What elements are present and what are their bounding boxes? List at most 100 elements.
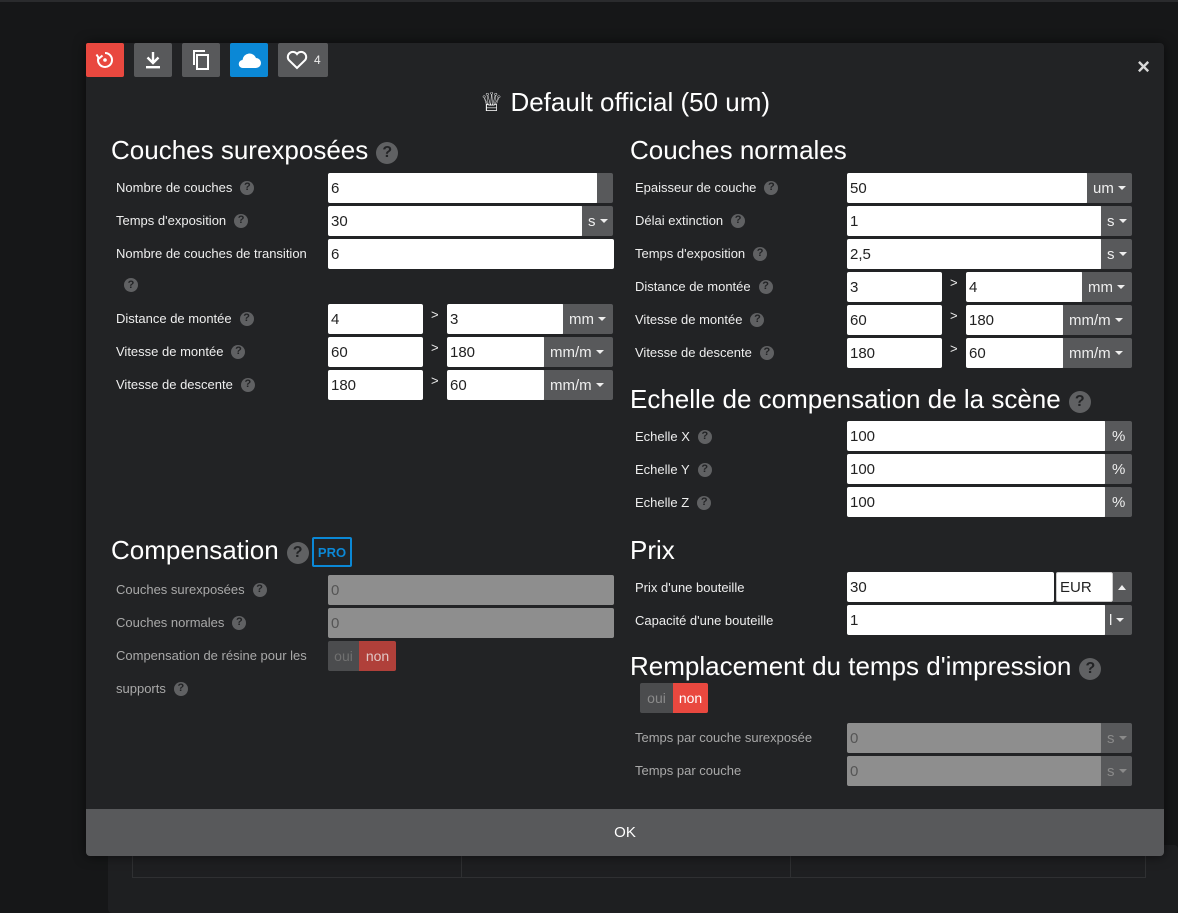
help-icon[interactable]: ?	[124, 278, 138, 292]
compensation-heading-text: Compensation	[111, 535, 279, 565]
help-icon[interactable]: ?	[731, 213, 746, 228]
help-icon[interactable]: ?	[697, 462, 712, 477]
override-over-time-unit-select[interactable]: s	[1101, 723, 1132, 753]
override-over-time-label: Temps par couche surexposée	[635, 730, 813, 745]
help-icon[interactable]: ?	[697, 495, 712, 510]
override-over-time-input[interactable]: 0	[847, 723, 1102, 753]
overexposed-retract-speed-input-b[interactable]: 60	[447, 370, 545, 400]
normal-exposure-unit-select[interactable]: s	[1101, 239, 1132, 269]
scale-x-unit: %	[1105, 421, 1132, 451]
currency-stepper[interactable]	[1113, 572, 1132, 602]
help-icon[interactable]: ?	[750, 312, 765, 327]
help-icon[interactable]: ?	[252, 582, 267, 597]
help-icon[interactable]: ?	[231, 344, 246, 359]
normal-thickness-unit-select[interactable]: um	[1087, 173, 1132, 203]
overexposed-lift-speed-input-b[interactable]: 180	[447, 337, 545, 367]
bottle-price-input[interactable]: 30	[847, 572, 1054, 602]
help-icon[interactable]: ?	[764, 180, 779, 195]
bottle-capacity-input[interactable]: 1	[847, 605, 1106, 635]
normal-off-delay-input[interactable]: 1	[847, 206, 1102, 236]
compensation-normal-label: Couches normales?	[116, 615, 247, 630]
toggle-non[interactable]: non	[673, 683, 708, 713]
range-separator: >	[431, 340, 439, 355]
profile-settings-modal: 4 × ♕ Default official (50 um) Couches s…	[86, 43, 1164, 856]
scale-x-input[interactable]: 100	[847, 421, 1106, 451]
normal-exposure-input[interactable]: 2,5	[847, 239, 1102, 269]
normal-retract-speed-input-a[interactable]: 180	[847, 338, 942, 368]
reset-icon	[95, 52, 113, 68]
reset-button[interactable]	[86, 43, 124, 77]
normal-thickness-label: Epaisseur de couche?	[635, 180, 779, 195]
normal-retract-speed-input-b[interactable]: 60	[966, 338, 1064, 368]
overexposed-lift-speed-input-a[interactable]: 60	[328, 337, 423, 367]
bottle-price-label: Prix d'une bouteille	[635, 580, 745, 595]
normal-retract-speed-label: Vitesse de descente?	[635, 345, 774, 360]
normal-lift-speed-input-a[interactable]: 60	[847, 305, 942, 335]
normal-thickness-input[interactable]: 50	[847, 173, 1088, 203]
normal-lift-speed-unit-select[interactable]: mm/m	[1063, 305, 1132, 335]
toggle-non[interactable]: non	[359, 641, 396, 671]
help-icon[interactable]: ?	[1068, 390, 1091, 413]
override-heading-text: Remplacement du temps d'impression	[630, 651, 1072, 681]
range-separator: >	[950, 341, 958, 356]
help-icon[interactable]: ?	[240, 180, 255, 195]
compensation-overexposed-input[interactable]: 0	[328, 575, 614, 605]
copy-button[interactable]	[182, 43, 220, 77]
normal-off-delay-unit-select[interactable]: s	[1101, 206, 1132, 236]
normal-lift-speed-label: Vitesse de montée?	[635, 312, 765, 327]
overexposed-exposure-unit-select[interactable]: s	[582, 206, 613, 236]
normal-lift-distance-input-a[interactable]: 3	[847, 272, 942, 302]
like-button[interactable]: 4	[278, 43, 328, 77]
normal-exposure-label: Temps d'exposition?	[635, 246, 768, 261]
overexposed-lift-distance-unit-select[interactable]: mm	[563, 304, 613, 334]
overexposed-layers-stepper[interactable]	[597, 173, 613, 203]
compensation-resin-label-line2: supports?	[116, 681, 188, 696]
caret-up-icon	[1118, 584, 1126, 590]
cloud-button[interactable]	[230, 43, 268, 77]
overexposed-lift-distance-input-a[interactable]: 4	[328, 304, 423, 334]
override-layer-time-unit-select[interactable]: s	[1101, 756, 1132, 786]
override-layer-time-input[interactable]: 0	[847, 756, 1102, 786]
help-icon[interactable]: ?	[286, 541, 309, 564]
help-icon[interactable]: ?	[240, 377, 255, 392]
help-icon[interactable]: ?	[376, 141, 399, 164]
download-button[interactable]	[134, 43, 172, 77]
heart-icon	[286, 50, 308, 70]
scale-z-input[interactable]: 100	[847, 487, 1106, 517]
close-icon[interactable]: ×	[1137, 56, 1150, 78]
overexposed-layers-input[interactable]: 6	[328, 173, 598, 203]
toggle-oui[interactable]: oui	[328, 641, 359, 671]
ok-button[interactable]: OK	[86, 809, 1164, 856]
capacity-unit-select[interactable]: l	[1105, 605, 1132, 635]
overexposed-exposure-input[interactable]: 30	[328, 206, 583, 236]
help-icon[interactable]: ?	[753, 246, 768, 261]
copy-icon	[193, 50, 209, 70]
help-icon[interactable]: ?	[758, 279, 773, 294]
overexposed-lift-speed-unit-select[interactable]: mm/m	[544, 337, 613, 367]
help-icon[interactable]: ?	[697, 429, 712, 444]
help-icon[interactable]: ?	[232, 615, 247, 630]
overexposed-retract-speed-input-a[interactable]: 180	[328, 370, 423, 400]
download-icon	[146, 52, 160, 69]
help-icon[interactable]: ?	[759, 345, 774, 360]
toggle-oui[interactable]: oui	[640, 683, 673, 713]
scale-y-input[interactable]: 100	[847, 454, 1106, 484]
scale-y-unit: %	[1105, 454, 1132, 484]
normal-lift-distance-unit-select[interactable]: mm	[1082, 272, 1132, 302]
override-toggle[interactable]: oui non	[640, 683, 708, 713]
overexposed-lift-distance-input-b[interactable]: 3	[447, 304, 564, 334]
help-icon[interactable]: ?	[234, 213, 249, 228]
scale-heading: Echelle de compensation de la scène ?	[630, 384, 1091, 415]
currency-input[interactable]: EUR	[1056, 572, 1113, 602]
compensation-normal-input[interactable]: 0	[328, 608, 614, 638]
help-icon[interactable]: ?	[1079, 657, 1102, 680]
overexposed-transition-input[interactable]: 6	[328, 239, 614, 269]
background-topbar	[0, 0, 1178, 2]
normal-lift-distance-input-b[interactable]: 4	[966, 272, 1083, 302]
normal-lift-speed-input-b[interactable]: 180	[966, 305, 1064, 335]
help-icon[interactable]: ?	[239, 311, 254, 326]
help-icon[interactable]: ?	[173, 681, 188, 696]
compensation-resin-toggle[interactable]: oui non	[328, 641, 396, 671]
normal-retract-speed-unit-select[interactable]: mm/m	[1063, 338, 1132, 368]
overexposed-retract-speed-unit-select[interactable]: mm/m	[544, 370, 613, 400]
